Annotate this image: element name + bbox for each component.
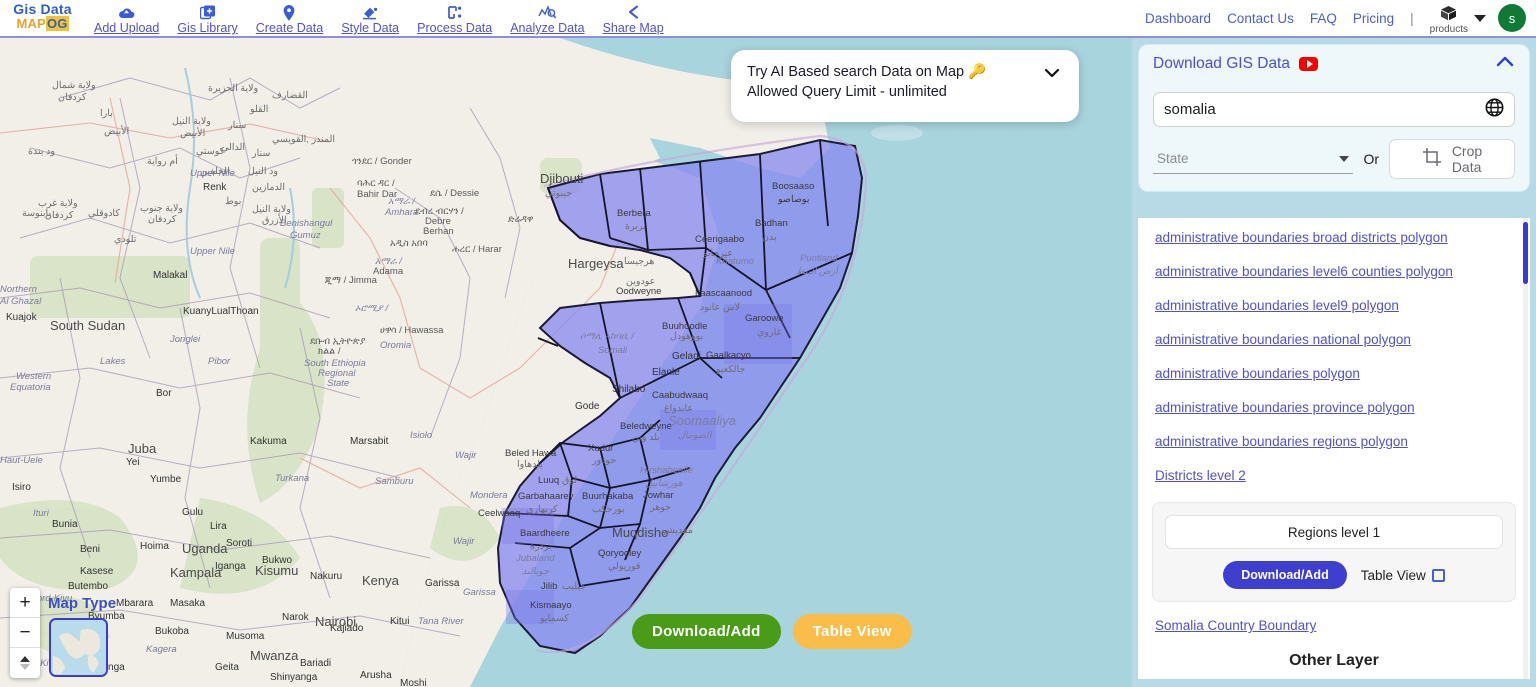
header-separator: |	[1410, 11, 1414, 26]
nav-item-gis-library[interactable]: Gis Library	[168, 3, 246, 37]
cube-box-icon	[1430, 5, 1468, 25]
nav-label-share-map: Share Map	[603, 21, 664, 35]
layer-link-2[interactable]: administrative boundaries level9 polygon	[1155, 298, 1399, 313]
map-type-thumbnail[interactable]	[49, 618, 108, 677]
share-icon	[603, 3, 664, 20]
layer-link-1[interactable]: administrative boundaries level6 countie…	[1155, 264, 1453, 279]
header-right-group: Dashboard Contact Us FAQ Pricing | produ…	[1129, 3, 1536, 33]
layer-link-0[interactable]: administrative boundaries broad district…	[1155, 230, 1448, 245]
layer-links-group: administrative boundaries broad district…	[1138, 230, 1530, 483]
crop-label-line2: Data	[1452, 159, 1482, 175]
download-gis-data-panel: Download GIS Data State Or	[1132, 38, 1536, 687]
panel-layer-list[interactable]: administrative boundaries broad district…	[1138, 218, 1530, 679]
zoom-out-button[interactable]: −	[10, 618, 40, 648]
selected-layer-actions: Download/Add Table View	[1165, 561, 1503, 589]
globe-icon[interactable]	[1485, 98, 1504, 122]
panel-download-add-button[interactable]: Download/Add	[1223, 561, 1347, 589]
nav-item-share-map[interactable]: Share Map	[594, 3, 673, 37]
nav-item-style-data[interactable]: Style Data	[332, 3, 408, 37]
table-view-icon	[1432, 569, 1445, 582]
nav-label-style-data: Style Data	[341, 21, 399, 35]
app-root: Gis Data MAPOG Add Upload Gis Library	[0, 0, 1536, 687]
map-type-label: Map Type	[48, 595, 116, 612]
other-layer-heading: Other Layer	[1138, 652, 1530, 670]
logo-line-gisdata: Gis Data	[0, 1, 85, 17]
zoom-in-button[interactable]: +	[10, 588, 40, 618]
or-label: Or	[1363, 151, 1379, 167]
nav-label-process-data: Process Data	[417, 21, 492, 35]
library-add-icon	[177, 3, 237, 20]
chevron-down-icon[interactable]	[1474, 15, 1486, 22]
map-zoom-controls: + −	[10, 588, 40, 678]
selected-layer-card: Regions level 1 Download/Add Table View	[1152, 502, 1516, 602]
process-nodes-icon	[417, 3, 492, 20]
nav-label-create-data: Create Data	[256, 21, 323, 35]
app-logo[interactable]: Gis Data MAPOG	[0, 0, 85, 37]
nav-label-gis-library: Gis Library	[177, 21, 237, 35]
layer-link-7[interactable]: Districts level 2	[1155, 468, 1246, 483]
chevron-down-icon	[1339, 156, 1349, 162]
panel-table-view-label: Table View	[1361, 568, 1426, 583]
panel-title: Download GIS Data	[1153, 55, 1290, 73]
nav-item-create-data[interactable]: Create Data	[247, 3, 332, 37]
header-link-faq[interactable]: FAQ	[1310, 11, 1337, 26]
analyze-chart-icon	[510, 3, 584, 20]
crop-icon	[1422, 147, 1442, 172]
state-and-crop-row: State Or Crop Data	[1153, 139, 1515, 179]
panel-search-section: State Or Crop Data	[1138, 82, 1530, 192]
youtube-play-icon[interactable]	[1299, 57, 1318, 71]
map-pin-icon	[256, 3, 323, 20]
nav-item-process-data[interactable]: Process Data	[408, 3, 501, 37]
nav-item-analyze-data[interactable]: Analyze Data	[501, 3, 593, 37]
crop-data-label: Crop Data	[1452, 143, 1482, 175]
panel-scroll-region[interactable]: administrative boundaries broad district…	[1138, 218, 1530, 679]
header-link-contact-us[interactable]: Contact Us	[1227, 11, 1294, 26]
ai-banner-line-2: Allowed Query Limit - unlimited	[747, 82, 1063, 102]
compass-reset-button[interactable]	[10, 648, 40, 678]
ai-banner-line-1: Try AI Based search Data on Map 🔑	[747, 62, 1063, 82]
selected-layer-name[interactable]: Regions level 1	[1165, 515, 1503, 549]
logo-og-text: OG	[46, 16, 69, 31]
logo-map-text: MAP	[16, 16, 46, 31]
logo-line-mapog: MAPOG	[0, 16, 85, 31]
panel-scrollbar-track[interactable]	[1523, 218, 1528, 679]
map-table-view-button[interactable]: Table View	[793, 614, 912, 649]
products-label: products	[1430, 24, 1468, 35]
main-nav: Add Upload Gis Library Create Data Style…	[85, 0, 673, 37]
panel-header: Download GIS Data	[1138, 44, 1530, 82]
map-download-add-button[interactable]: Download/Add	[632, 614, 781, 649]
map-action-buttons: Download/Add Table View	[632, 614, 912, 649]
layer-link-4[interactable]: administrative boundaries polygon	[1155, 366, 1360, 381]
panel-scrollbar-thumb[interactable]	[1523, 222, 1528, 284]
top-navigation-bar: Gis Data MAPOG Add Upload Gis Library	[0, 0, 1536, 38]
country-search-input[interactable]	[1164, 101, 1485, 118]
state-dropdown-placeholder: State	[1157, 151, 1189, 166]
products-menu[interactable]: products	[1430, 5, 1468, 35]
country-search-row	[1153, 92, 1515, 127]
crop-data-button[interactable]: Crop Data	[1389, 139, 1515, 179]
cloud-upload-icon	[94, 3, 159, 20]
header-link-dashboard[interactable]: Dashboard	[1145, 11, 1211, 26]
layer-link-5[interactable]: administrative boundaries province polyg…	[1155, 400, 1415, 415]
chevron-up-icon[interactable]	[1495, 54, 1515, 73]
layer-link-3[interactable]: administrative boundaries national polyg…	[1155, 332, 1411, 347]
paint-drop-icon	[341, 3, 399, 20]
chevron-down-icon[interactable]	[1043, 64, 1061, 82]
layer-link-6[interactable]: administrative boundaries regions polygo…	[1155, 434, 1408, 449]
panel-table-view-button[interactable]: Table View	[1361, 568, 1445, 583]
crop-label-line1: Crop	[1452, 143, 1482, 159]
state-dropdown[interactable]: State	[1153, 144, 1353, 174]
somalia-country-boundary-link[interactable]: Somalia Country Boundary	[1155, 618, 1316, 633]
user-avatar[interactable]: s	[1498, 4, 1526, 32]
nav-label-add-upload: Add Upload	[94, 21, 159, 35]
ai-search-banner[interactable]: Try AI Based search Data on Map 🔑 Allowe…	[731, 50, 1079, 122]
nav-label-analyze-data: Analyze Data	[510, 21, 584, 35]
nav-item-add-upload[interactable]: Add Upload	[85, 3, 168, 37]
header-link-pricing[interactable]: Pricing	[1353, 11, 1394, 26]
